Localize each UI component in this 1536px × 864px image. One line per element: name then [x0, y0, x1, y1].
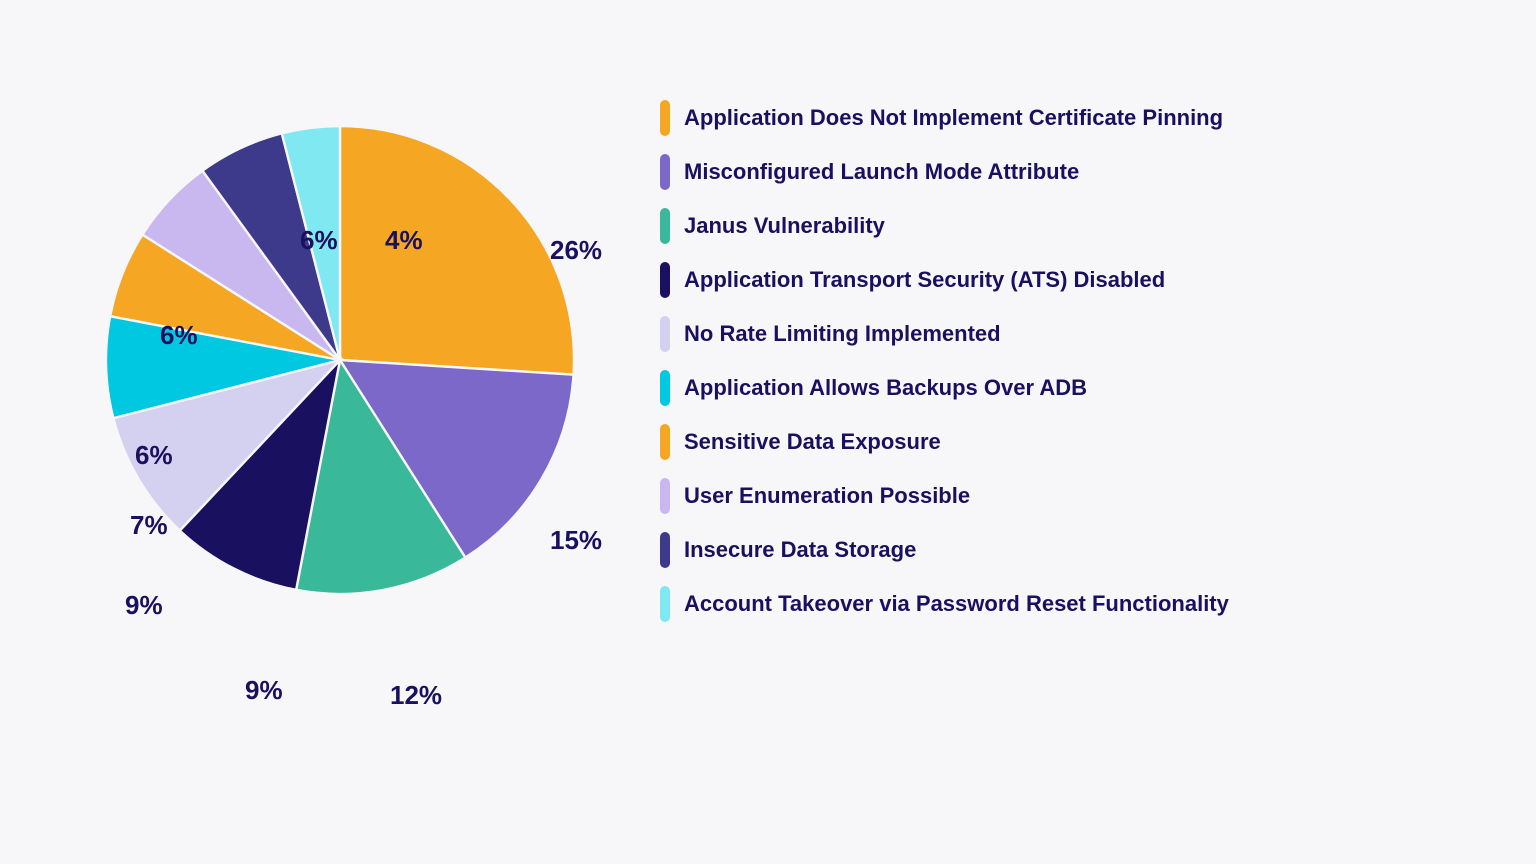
legend-label-launch-mode: Misconfigured Launch Mode Attribute: [684, 159, 1079, 185]
legend-swatch-backups-adb: [660, 370, 670, 406]
pct-label-lbl-9a: 9%: [125, 590, 163, 621]
pct-label-lbl-6b: 6%: [160, 320, 198, 351]
pct-label-lbl-6a: 6%: [135, 440, 173, 471]
legend-item-user-enum: User Enumeration Possible: [660, 478, 1476, 514]
legend-label-account-takeover: Account Takeover via Password Reset Func…: [684, 591, 1229, 617]
legend-label-rate-limiting: No Rate Limiting Implemented: [684, 321, 1001, 347]
pct-label-lbl-26: 26%: [550, 235, 602, 266]
legend-swatch-cert-pinning: [660, 100, 670, 136]
pie-chart-svg: [100, 120, 580, 600]
pct-label-lbl-7: 7%: [130, 510, 168, 541]
legend-item-insecure-storage: Insecure Data Storage: [660, 532, 1476, 568]
legend-label-sensitive-data: Sensitive Data Exposure: [684, 429, 941, 455]
pct-label-lbl-12: 12%: [390, 680, 442, 711]
pct-label-lbl-6c: 6%: [300, 225, 338, 256]
legend-item-janus: Janus Vulnerability: [660, 208, 1476, 244]
legend-label-insecure-storage: Insecure Data Storage: [684, 537, 916, 563]
legend-label-backups-adb: Application Allows Backups Over ADB: [684, 375, 1087, 401]
legend-swatch-account-takeover: [660, 586, 670, 622]
legend-swatch-user-enum: [660, 478, 670, 514]
pie-slice-cert-pinning: [340, 126, 574, 375]
legend-item-backups-adb: Application Allows Backups Over ADB: [660, 370, 1476, 406]
legend-swatch-insecure-storage: [660, 532, 670, 568]
pct-label-lbl-4: 4%: [385, 225, 423, 256]
legend-swatch-ats-disabled: [660, 262, 670, 298]
legend-swatch-launch-mode: [660, 154, 670, 190]
legend-swatch-rate-limiting: [660, 316, 670, 352]
legend-item-cert-pinning: Application Does Not Implement Certifica…: [660, 100, 1476, 136]
pie-chart-area: 26%15%12%9%9%7%6%6%6%4%: [60, 80, 620, 640]
chart-container: 26%15%12%9%9%7%6%6%6%4% Application Does…: [60, 80, 1476, 640]
legend: Application Does Not Implement Certifica…: [660, 80, 1476, 622]
legend-swatch-sensitive-data: [660, 424, 670, 460]
pct-label-lbl-9b: 9%: [245, 675, 283, 706]
legend-item-ats-disabled: Application Transport Security (ATS) Dis…: [660, 262, 1476, 298]
legend-label-janus: Janus Vulnerability: [684, 213, 885, 239]
legend-item-rate-limiting: No Rate Limiting Implemented: [660, 316, 1476, 352]
legend-item-account-takeover: Account Takeover via Password Reset Func…: [660, 586, 1476, 622]
legend-item-launch-mode: Misconfigured Launch Mode Attribute: [660, 154, 1476, 190]
legend-label-cert-pinning: Application Does Not Implement Certifica…: [684, 105, 1223, 131]
legend-label-ats-disabled: Application Transport Security (ATS) Dis…: [684, 267, 1165, 293]
pct-label-lbl-15: 15%: [550, 525, 602, 556]
legend-item-sensitive-data: Sensitive Data Exposure: [660, 424, 1476, 460]
legend-label-user-enum: User Enumeration Possible: [684, 483, 970, 509]
legend-swatch-janus: [660, 208, 670, 244]
